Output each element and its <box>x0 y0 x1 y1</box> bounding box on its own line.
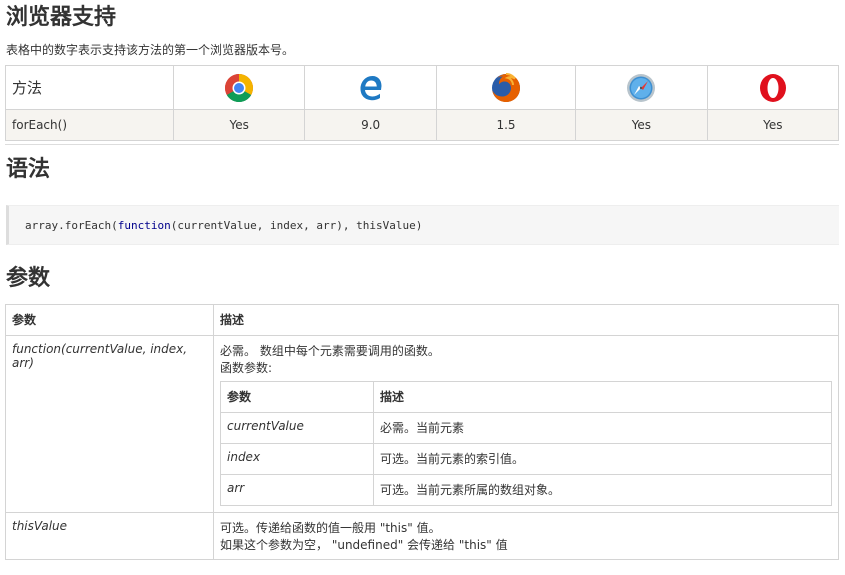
param-name: thisValue <box>5 512 214 560</box>
nested-param-name: index <box>220 443 374 475</box>
param-description: 必需。 数组中每个元素需要调用的函数。 函数参数: 参数 描述 currentV… <box>213 335 839 513</box>
browser-opera <box>706 65 840 110</box>
syntax-title: 语法 <box>6 157 51 182</box>
table-row: arr 可选。当前元素所属的数组对象。 <box>220 474 832 506</box>
nested-params-table: 参数 描述 currentValue 必需。当前元素 index 可选。当前元素… <box>220 381 832 506</box>
browser-support-table: 方法 forEach() Yes 9.0 1.5 Yes Yes <box>5 65 840 141</box>
description-line: 可选。传递给函数的值一般用 "this" 值。 <box>220 521 441 535</box>
param-description: 可选。传递给函数的值一般用 "this" 值。 如果这个参数为空， "undef… <box>213 512 839 560</box>
browser-firefox <box>435 65 577 110</box>
safari-icon <box>627 73 656 102</box>
table-header-row: 参数 描述 <box>220 381 832 413</box>
params-table: 参数 描述 function(currentValue, index, arr)… <box>5 304 839 560</box>
param-name: function(currentValue, index, arr) <box>5 335 214 513</box>
chrome-icon <box>225 73 254 102</box>
syntax-code-block: array.forEach(function(currentValue, ind… <box>6 205 839 245</box>
safari-version: Yes <box>575 109 708 141</box>
table-row: thisValue 可选。传递给函数的值一般用 "this" 值。 如果这个参数… <box>5 512 839 560</box>
nested-param-name: arr <box>220 474 374 506</box>
opera-version: Yes <box>706 109 840 141</box>
code-rest: (currentValue, index, arr), thisValue) <box>170 219 423 232</box>
ie-edge-icon <box>360 75 382 100</box>
divider <box>5 144 839 145</box>
browser-chrome <box>172 65 306 110</box>
description-line: 函数参数: <box>220 361 273 375</box>
firefox-icon <box>491 72 520 102</box>
method-name: forEach() <box>5 109 174 141</box>
table-header-row: 参数 描述 <box>5 304 839 336</box>
browser-support-title: 浏览器支持 <box>6 5 117 30</box>
nested-param-column-header: 参数 <box>220 381 374 413</box>
nested-param-description: 必需。当前元素 <box>373 412 832 444</box>
browser-safari <box>575 65 708 110</box>
method-header: 方法 <box>5 65 174 110</box>
code-keyword: function <box>117 219 171 232</box>
browser-support-description: 表格中的数字表示支持该方法的第一个浏览器版本号。 <box>6 43 295 57</box>
nested-description-column-header: 描述 <box>373 381 832 413</box>
opera-icon <box>759 73 786 102</box>
code-object: array.forEach( <box>25 219 118 232</box>
param-column-header: 参数 <box>5 304 214 336</box>
description-column-header: 描述 <box>213 304 839 336</box>
nested-param-description: 可选。当前元素的索引值。 <box>373 443 832 475</box>
chrome-version: Yes <box>172 109 306 141</box>
table-header-row: 方法 <box>5 65 840 110</box>
description-line: 必需。 数组中每个元素需要调用的函数。 <box>220 344 440 358</box>
ie-version: 9.0 <box>304 109 437 141</box>
table-row: function(currentValue, index, arr) 必需。 数… <box>5 335 839 513</box>
table-row: currentValue 必需。当前元素 <box>220 412 832 444</box>
table-row: index 可选。当前元素的索引值。 <box>220 443 832 475</box>
firefox-version: 1.5 <box>435 109 577 141</box>
table-row: forEach() Yes 9.0 1.5 Yes Yes <box>5 109 840 141</box>
nested-param-name: currentValue <box>220 412 374 444</box>
nested-param-description: 可选。当前元素所属的数组对象。 <box>373 474 832 506</box>
browser-ie <box>304 65 437 110</box>
description-line: 如果这个参数为空， "undefined" 会传递给 "this" 值 <box>220 538 508 552</box>
params-title: 参数 <box>6 266 51 291</box>
